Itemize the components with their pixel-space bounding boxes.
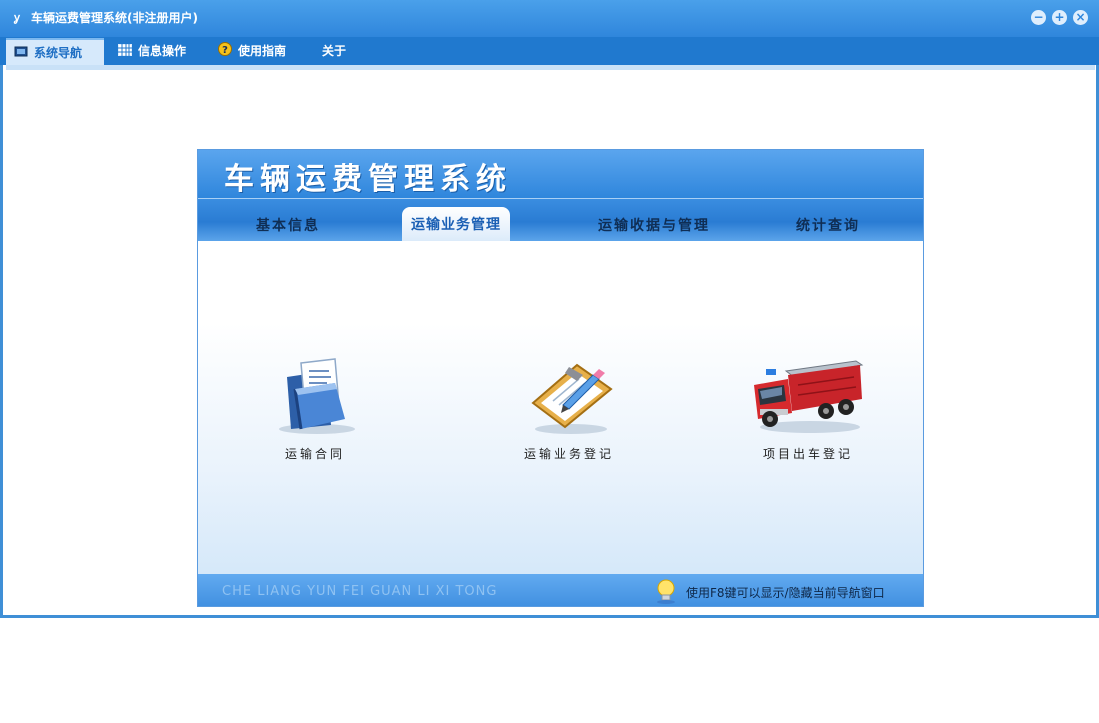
item-label: 运输业务登记 xyxy=(523,447,614,461)
menu-label: 信息操作 xyxy=(138,44,187,58)
tab-basic-info[interactable]: 基本信息 xyxy=(256,215,320,235)
app-window: ỿ 车辆运费管理系统(非注册用户) − + × 系统导航 信息操作 ? 使用指南… xyxy=(0,0,1099,618)
menu-bar: 系统导航 信息操作 ? 使用指南 关于 xyxy=(0,37,1099,65)
panel-footer: CHE LIANG YUN FEI GUAN LI XI TONG 使用F8键可… xyxy=(198,574,923,606)
menu-label: 系统导航 xyxy=(34,46,83,60)
menu-item-about[interactable]: 关于 xyxy=(310,38,358,65)
panel-title: 车辆运费管理系统 xyxy=(224,162,512,197)
item-label: 项目出车登记 xyxy=(762,447,853,461)
grid-icon xyxy=(118,39,132,56)
app-logo-icon: ỿ xyxy=(14,11,20,24)
minimize-icon[interactable]: − xyxy=(1031,10,1046,25)
maximize-icon[interactable]: + xyxy=(1052,10,1067,25)
clipboard-pen-icon xyxy=(519,355,619,435)
panel-header: 车辆运费管理系统 xyxy=(198,150,923,198)
menu-item-info-ops[interactable]: 信息操作 xyxy=(110,38,204,65)
title-bar[interactable]: ỿ 车辆运费管理系统(非注册用户) − + × xyxy=(0,0,1099,37)
panel-tab-bar: 基本信息 运输业务管理 运输收据与管理 统计查询 xyxy=(198,198,923,241)
item-label: 运输合同 xyxy=(284,447,345,461)
menu-item-user-guide[interactable]: ? 使用指南 xyxy=(210,38,304,65)
menu-divider xyxy=(6,65,1095,70)
document-folder-icon xyxy=(265,355,365,435)
f8-tip-text: 使用F8键可以显示/隐藏当前导航窗口 xyxy=(686,586,885,600)
help-icon: ? xyxy=(218,39,232,56)
menu-label: 使用指南 xyxy=(238,44,287,58)
tab-receipts[interactable]: 运输收据与管理 xyxy=(598,215,710,235)
footer-pinyin-text: CHE LIANG YUN FEI GUAN LI XI TONG xyxy=(222,584,498,599)
lightbulb-icon xyxy=(654,578,678,604)
tab-transport-business[interactable]: 运输业务管理 xyxy=(402,207,510,241)
navigation-panel: 车辆运费管理系统 基本信息 运输业务管理 运输收据与管理 统计查询 运输合同 运… xyxy=(197,149,924,607)
window-title: 车辆运费管理系统(非注册用户) xyxy=(31,11,198,25)
tab-statistics[interactable]: 统计查询 xyxy=(796,215,860,235)
menu-label: 关于 xyxy=(322,44,347,58)
item-vehicle-dispatch[interactable]: 项目出车登记 xyxy=(743,355,873,462)
svg-text:?: ? xyxy=(222,45,228,56)
menu-item-system-nav[interactable]: 系统导航 xyxy=(6,38,104,65)
monitor-icon xyxy=(14,41,28,57)
close-icon[interactable]: × xyxy=(1073,10,1088,25)
item-business-register[interactable]: 运输业务登记 xyxy=(504,355,634,462)
fire-truck-icon xyxy=(748,355,868,435)
item-transport-contract[interactable]: 运输合同 xyxy=(250,355,380,462)
